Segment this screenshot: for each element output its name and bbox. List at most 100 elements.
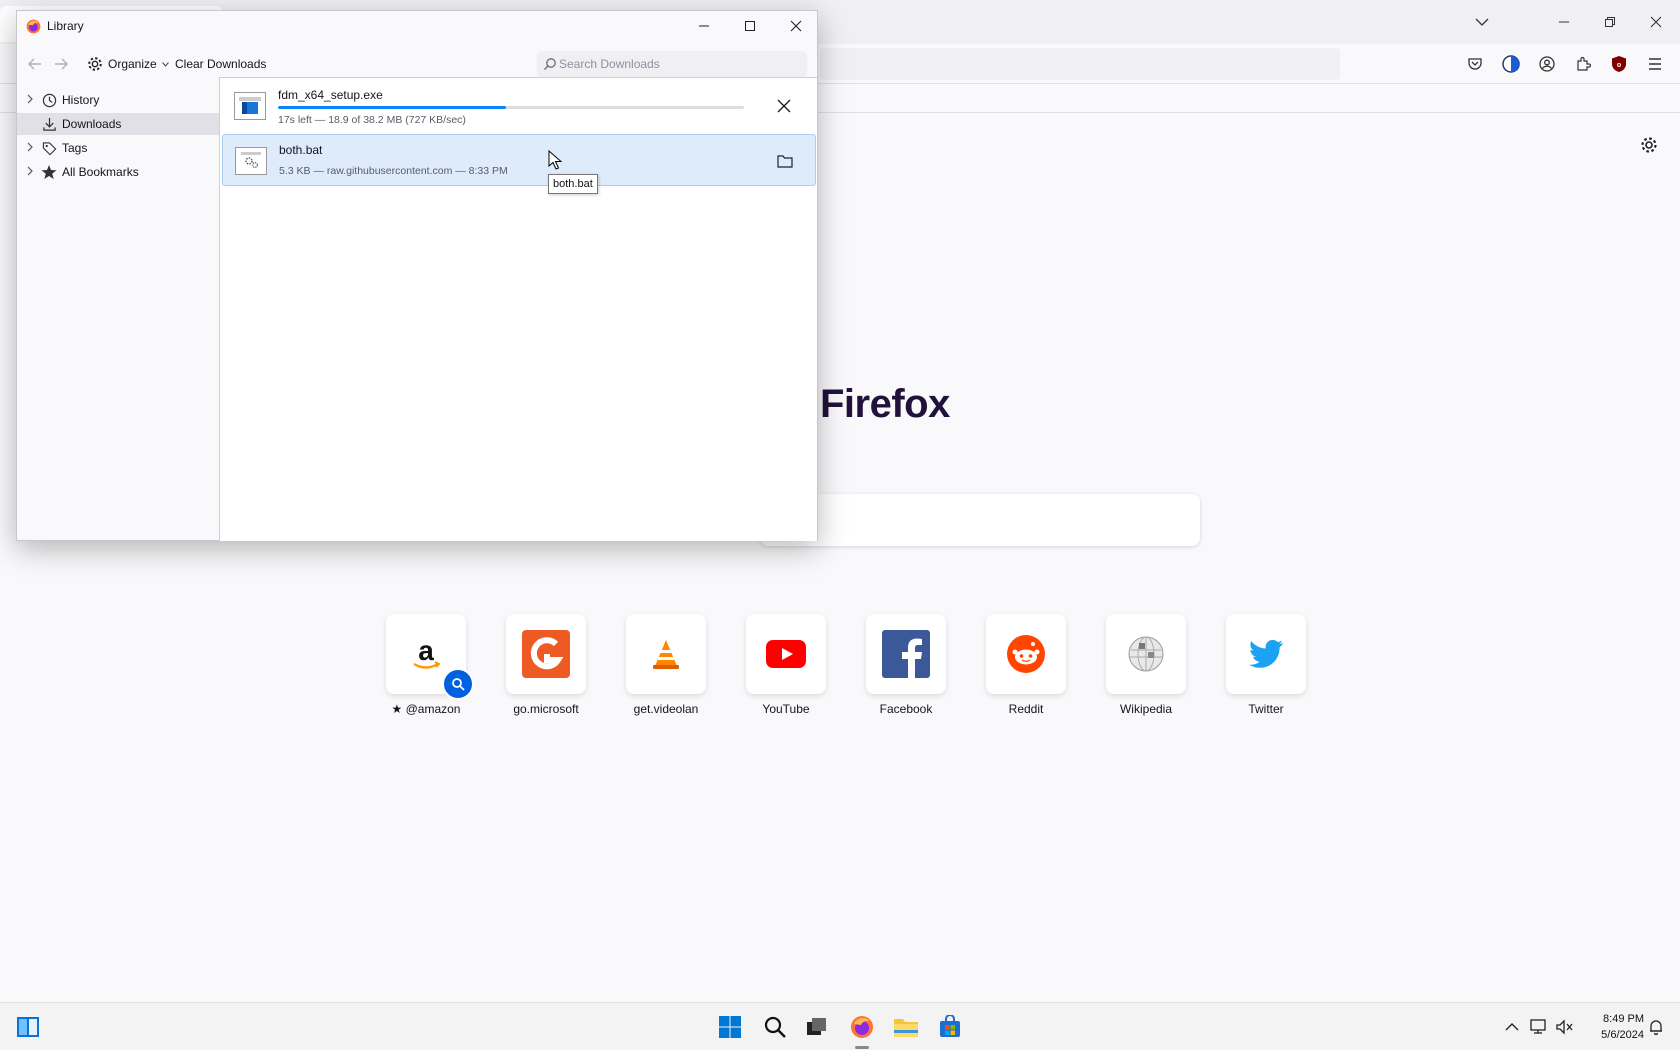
- reddit-tile[interactable]: [986, 614, 1066, 694]
- download-icon: [41, 116, 57, 132]
- library-sidebar: History Downloads Tags All Bookmarks: [17, 77, 219, 541]
- bat-file-icon: [235, 147, 267, 175]
- library-title: Library: [47, 19, 84, 33]
- youtube-icon: [766, 640, 806, 668]
- star-icon: [41, 164, 57, 180]
- store-icon[interactable]: [934, 1011, 966, 1043]
- shortcut-amazon[interactable]: a ★ @amazon: [376, 614, 476, 724]
- sidebar-item-tags[interactable]: Tags: [17, 137, 219, 159]
- task-view-icon[interactable]: [801, 1011, 833, 1043]
- start-windows-icon[interactable]: [714, 1011, 746, 1043]
- shortcut-youtube[interactable]: YouTube: [736, 614, 836, 724]
- search-downloads-box[interactable]: [537, 51, 807, 77]
- account-icon[interactable]: [1535, 52, 1559, 76]
- library-maximize-icon[interactable]: [727, 11, 773, 41]
- filename-tooltip: both.bat: [548, 174, 598, 194]
- top-sites: a ★ @amazon go.microsoft get.videolan Yo…: [376, 614, 1320, 724]
- download-filename: both.bat: [279, 143, 323, 157]
- sidebar-item-label: Tags: [62, 141, 88, 155]
- microsoft-g-icon: [522, 630, 570, 678]
- sidebar-item-downloads[interactable]: Downloads: [17, 113, 219, 135]
- sidebar-item-label: All Bookmarks: [62, 165, 139, 179]
- chevron-right-icon[interactable]: [25, 142, 35, 152]
- library-close-icon[interactable]: [773, 11, 819, 41]
- downloads-list: fdm_x64_setup.exe 17s left — 18.9 of 38.…: [219, 77, 817, 541]
- tag-icon: [41, 140, 57, 156]
- wikipedia-globe-icon: [1128, 636, 1164, 672]
- videolan-tile[interactable]: [626, 614, 706, 694]
- library-minimize-icon[interactable]: [681, 11, 727, 41]
- shortcut-label: YouTube: [762, 702, 810, 716]
- organize-button[interactable]: Organize: [83, 53, 173, 75]
- sidebar-item-label: Downloads: [62, 117, 122, 131]
- folder-icon[interactable]: [771, 147, 799, 175]
- amazon-tile[interactable]: a: [386, 614, 474, 700]
- download-item[interactable]: fdm_x64_setup.exe 17s left — 18.9 of 38.…: [222, 80, 816, 132]
- firefox-brand-text: Firefox: [820, 382, 950, 426]
- search-downloads-input[interactable]: [559, 57, 799, 71]
- download-progress-fill: [278, 106, 507, 109]
- svg-text:o: o: [1617, 62, 1621, 69]
- download-progress-bar: [278, 106, 744, 109]
- file-explorer-icon[interactable]: [890, 1011, 922, 1043]
- download-status: 17s left — 18.9 of 38.2 MB (727 KB/sec): [278, 114, 466, 126]
- home-search-box[interactable]: [760, 494, 1200, 546]
- notification-icon[interactable]: [1640, 1011, 1672, 1043]
- forward-arrow-icon[interactable]: [53, 56, 69, 75]
- sidebar-item-all-bookmarks[interactable]: All Bookmarks: [17, 161, 219, 183]
- back-arrow-icon[interactable]: [27, 56, 43, 75]
- shortcut-go-microsoft[interactable]: go.microsoft: [496, 614, 596, 724]
- go-microsoft-tile[interactable]: [506, 614, 586, 694]
- chevron-down-icon: [161, 61, 169, 67]
- settings-gear-icon[interactable]: [1636, 132, 1662, 158]
- exe-file-icon: [234, 92, 266, 120]
- svg-text:a: a: [418, 635, 434, 666]
- youtube-tile[interactable]: [746, 614, 826, 694]
- close-icon[interactable]: [1634, 6, 1678, 38]
- active-app-indicator: [855, 1046, 869, 1049]
- facebook-tile[interactable]: [866, 614, 946, 694]
- clock-time: 8:49 PM: [1603, 1013, 1644, 1025]
- download-item-selected[interactable]: both.bat 5.3 KB — raw.githubusercontent.…: [222, 134, 816, 186]
- download-status: 5.3 KB — raw.githubusercontent.com — 8:3…: [279, 165, 508, 177]
- contrast-icon[interactable]: [1499, 52, 1523, 76]
- minimize-icon[interactable]: [1542, 6, 1586, 38]
- search-icon: [544, 58, 556, 70]
- shortcut-wikipedia[interactable]: Wikipedia: [1096, 614, 1196, 724]
- tab-list-icon[interactable]: [1460, 6, 1504, 38]
- mouse-cursor: [548, 149, 563, 173]
- clear-downloads-button[interactable]: Clear Downloads: [171, 53, 270, 75]
- clock-icon: [41, 92, 57, 108]
- restore-icon[interactable]: [1588, 6, 1632, 38]
- ublock-shield-icon[interactable]: o: [1607, 52, 1631, 76]
- twitter-bird-icon: [1249, 639, 1283, 668]
- library-titlebar[interactable]: Library: [17, 11, 817, 41]
- chevron-right-icon[interactable]: [25, 94, 35, 104]
- shortcut-label: go.microsoft: [513, 702, 579, 716]
- widgets-icon[interactable]: [12, 1011, 44, 1043]
- shortcut-label: Facebook: [879, 702, 933, 716]
- search-icon[interactable]: [759, 1011, 791, 1043]
- url-bar[interactable]: [820, 48, 1340, 80]
- vlc-cone-icon: [653, 640, 679, 669]
- facebook-icon: [882, 630, 930, 678]
- system-clock[interactable]: 8:49 PM 5/6/2024: [1574, 1011, 1644, 1043]
- clock-date: 5/6/2024: [1601, 1029, 1644, 1041]
- wikipedia-tile[interactable]: [1106, 614, 1186, 694]
- extensions-icon[interactable]: [1571, 52, 1595, 76]
- shortcut-facebook[interactable]: Facebook: [856, 614, 956, 724]
- shortcut-label: Wikipedia: [1119, 702, 1173, 716]
- firefox-taskbar-icon[interactable]: [846, 1011, 878, 1043]
- shortcut-label: Reddit: [1008, 702, 1044, 716]
- shortcut-reddit[interactable]: Reddit: [976, 614, 1076, 724]
- app-menu-icon[interactable]: [1643, 52, 1667, 76]
- library-window: Library Organize Clear Downloads Search …: [16, 10, 818, 541]
- chevron-right-icon[interactable]: [25, 166, 35, 176]
- pocket-icon[interactable]: [1463, 52, 1487, 76]
- twitter-tile[interactable]: [1226, 614, 1306, 694]
- cancel-icon[interactable]: [770, 92, 798, 120]
- shortcut-get-videolan[interactable]: get.videolan: [616, 614, 716, 724]
- shortcut-twitter[interactable]: Twitter: [1216, 614, 1316, 724]
- sidebar-item-history[interactable]: History: [17, 89, 219, 111]
- reddit-icon: [1007, 635, 1045, 673]
